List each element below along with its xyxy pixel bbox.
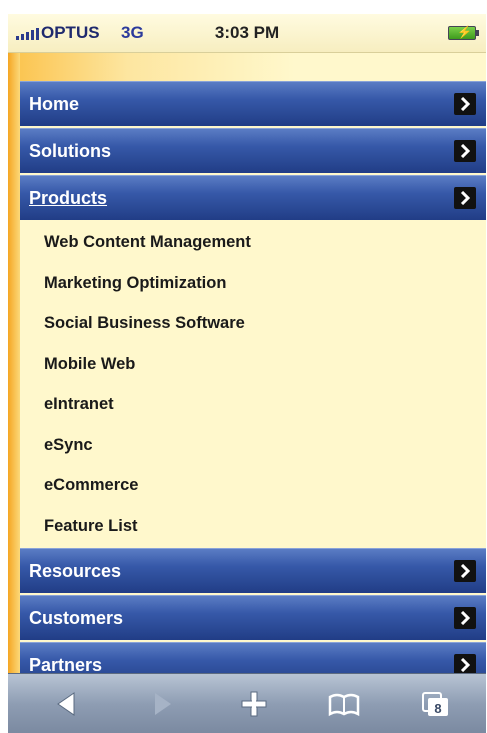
submenu-item-esync[interactable]: eSync — [20, 425, 486, 466]
chevron-right-icon — [454, 187, 476, 209]
bookmarks-button[interactable] — [324, 688, 364, 720]
battery-icon: ⚡ — [448, 25, 479, 40]
add-bookmark-button[interactable] — [234, 688, 274, 720]
side-accent-strip — [8, 53, 20, 687]
nav-item-products[interactable]: Products — [20, 175, 486, 220]
bookmarks-icon — [328, 693, 360, 717]
chevron-right-icon — [454, 93, 476, 115]
submenu-item-social-business-software[interactable]: Social Business Software — [20, 303, 486, 344]
nav-item-customers[interactable]: Customers — [20, 595, 486, 640]
products-submenu: Web Content Management Marketing Optimiz… — [20, 222, 486, 546]
status-bar: OPTUS 3G 3:03 PM ⚡ — [8, 14, 486, 53]
submenu-item-eintranet[interactable]: eIntranet — [20, 384, 486, 425]
nav-item-solutions[interactable]: Solutions — [20, 128, 486, 173]
phone-screen: OPTUS 3G 3:03 PM ⚡ Home Solutions Produc… — [8, 14, 486, 733]
header-banner — [8, 53, 486, 81]
back-icon — [57, 692, 75, 716]
nav-item-label: Customers — [29, 608, 124, 628]
nav-item-label: Resources — [29, 561, 122, 581]
nav-item-label: Solutions — [29, 141, 111, 161]
forward-button[interactable] — [141, 688, 181, 720]
nav-item-resources[interactable]: Resources — [20, 548, 486, 593]
tabs-count: 8 — [434, 701, 441, 716]
chevron-right-icon — [454, 607, 476, 629]
nav-item-label: Home — [29, 94, 80, 114]
submenu-item-feature-list[interactable]: Feature List — [20, 506, 486, 547]
submenu-item-mobile-web[interactable]: Mobile Web — [20, 344, 486, 385]
tabs-icon: 8 — [422, 692, 448, 716]
plus-icon — [241, 691, 267, 717]
back-button[interactable] — [48, 688, 88, 720]
chevron-right-icon — [454, 140, 476, 162]
submenu-item-ecommerce[interactable]: eCommerce — [20, 465, 486, 506]
tabs-button[interactable]: 8 — [416, 688, 456, 720]
status-time: 3:03 PM — [214, 23, 280, 42]
nav-item-label: Products — [29, 188, 108, 208]
browser-toolbar: 8 — [8, 673, 486, 733]
forward-icon — [155, 693, 171, 715]
nav-item-home[interactable]: Home — [20, 81, 486, 126]
submenu-item-web-content-management[interactable]: Web Content Management — [20, 222, 486, 263]
chevron-right-icon — [454, 560, 476, 582]
main-menu: Home Solutions Products Web Content Mana… — [20, 81, 486, 689]
submenu-item-marketing-optimization[interactable]: Marketing Optimization — [20, 263, 486, 304]
